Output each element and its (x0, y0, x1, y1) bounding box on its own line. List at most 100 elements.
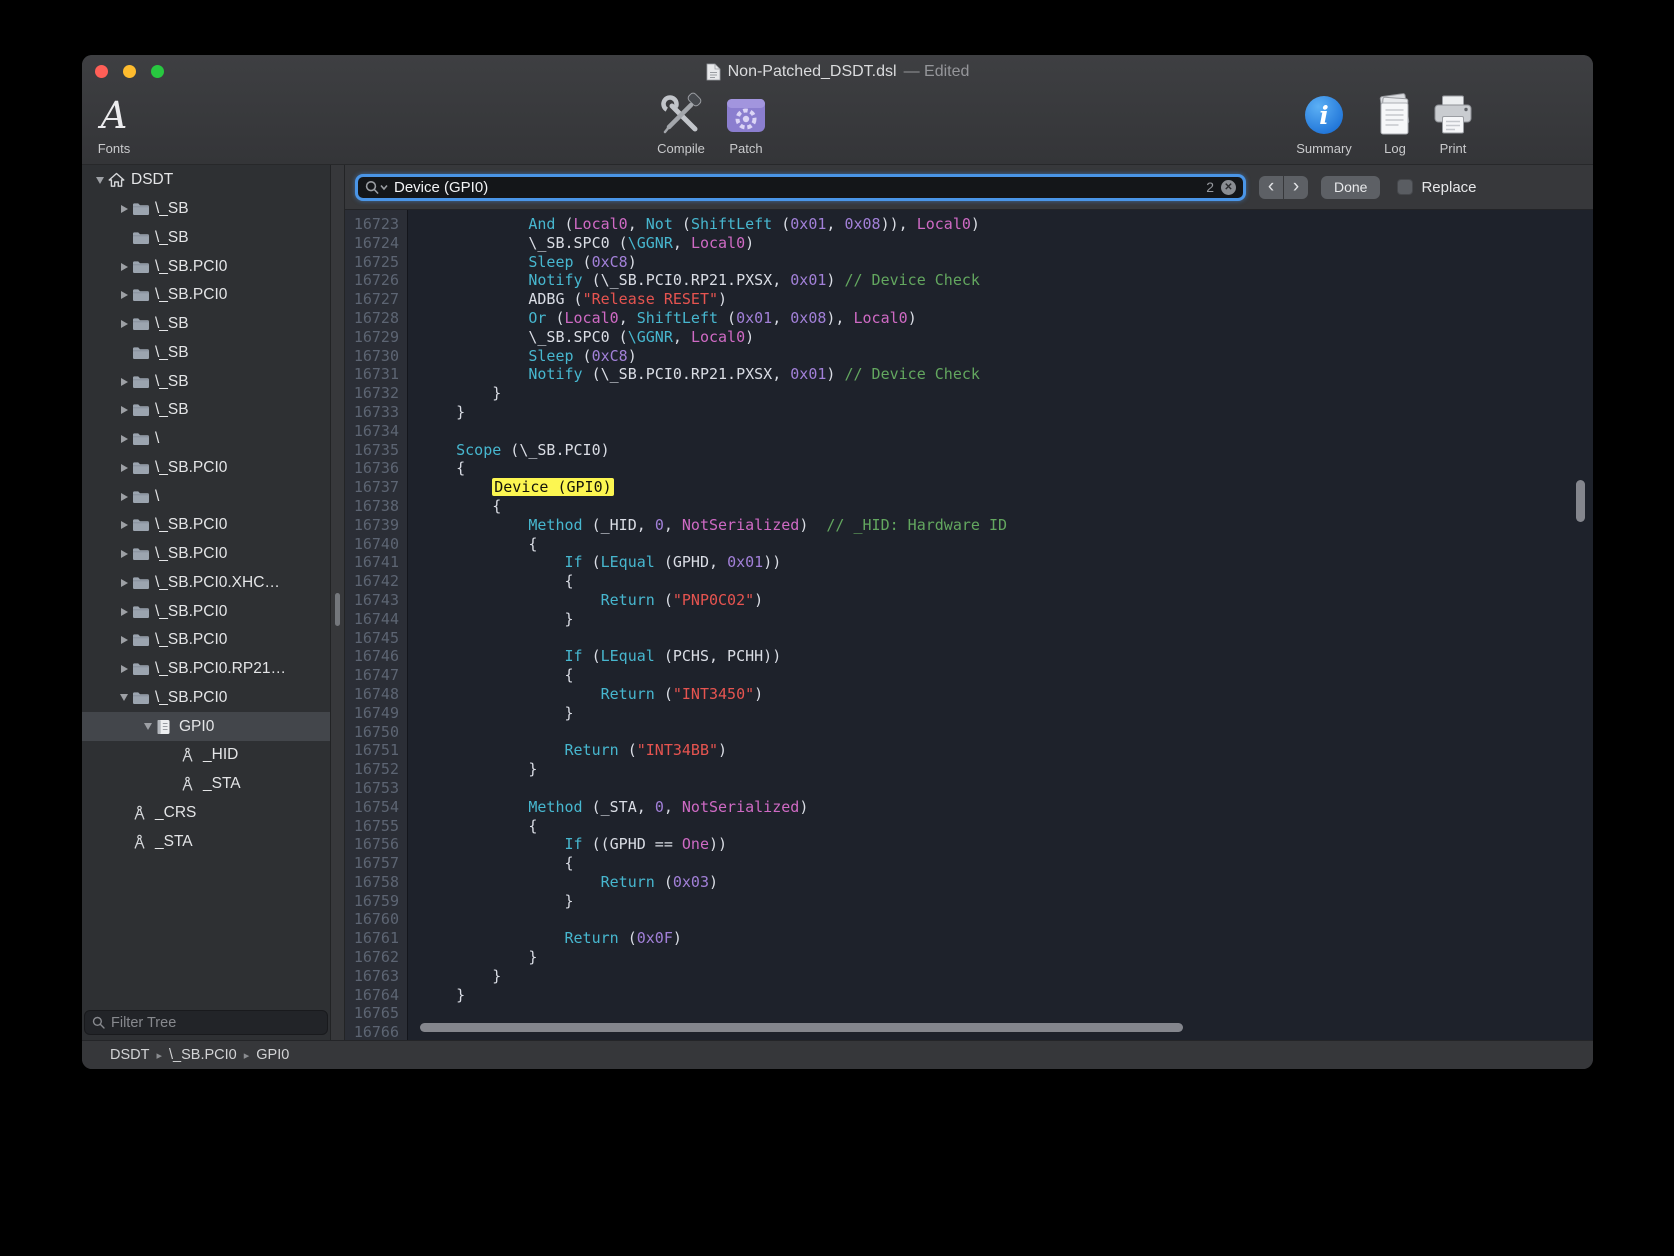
tree-item-sbpci0rp21[interactable]: \_SB.PCI0.RP21… (82, 655, 330, 684)
tree-item-sb[interactable]: \_SB (82, 339, 330, 368)
disclosure-closed-icon[interactable] (116, 431, 132, 447)
tree-item-label: _STA (155, 833, 193, 851)
tree-item-sb[interactable]: \_SB (82, 310, 330, 339)
summary-button[interactable]: i Summary (1284, 90, 1364, 156)
folder-icon (132, 691, 155, 705)
tree-item-sb[interactable]: \_SB (82, 367, 330, 396)
code-content[interactable]: And (Local0, Not (ShiftLeft (0x01, 0x08)… (408, 210, 1593, 1040)
disclosure-closed-icon[interactable] (116, 575, 132, 591)
tree-item-sbpci0[interactable]: \_SB.PCI0 (82, 454, 330, 483)
breadcrumb-item[interactable]: \_SB.PCI0 (169, 1047, 237, 1063)
clear-search-button[interactable]: ✕ (1221, 180, 1236, 195)
disclosure-closed-icon[interactable] (116, 316, 132, 332)
code-line: Return (0x0F) (420, 929, 1593, 948)
line-number: 16731 (345, 365, 399, 384)
find-next-button[interactable]: › (1284, 176, 1308, 199)
tree-item-hid[interactable]: _HID (82, 741, 330, 770)
code-line: Sleep (0xC8) (420, 347, 1593, 366)
disclosure-closed-icon[interactable] (116, 201, 132, 217)
line-number: 16729 (345, 328, 399, 347)
code-line: Method (_HID, 0, NotSerialized) // _HID:… (420, 516, 1593, 535)
replace-checkbox[interactable] (1397, 179, 1413, 195)
line-number: 16762 (345, 948, 399, 967)
disclosure-closed-icon[interactable] (116, 402, 132, 418)
code-line: { (420, 572, 1593, 591)
tree-item-label: \_SB.PCI0 (155, 545, 227, 563)
patch-label: Patch (729, 141, 762, 156)
breadcrumb-item[interactable]: GPI0 (256, 1047, 289, 1063)
folder-icon (132, 231, 155, 245)
tree-item-sbpci0[interactable]: \_SB.PCI0 (82, 684, 330, 713)
tree-item-gpi0[interactable]: GPI0 (82, 712, 330, 741)
tree-item-[interactable]: \ (82, 482, 330, 511)
line-number-gutter: 1672316724167251672616727167281672916730… (345, 210, 408, 1040)
tree-item-[interactable]: \ (82, 425, 330, 454)
zoom-button[interactable] (151, 65, 164, 78)
line-number: 16763 (345, 967, 399, 986)
tree-item-sbpci0[interactable]: \_SB.PCI0 (82, 511, 330, 540)
horizontal-scrollbar-thumb[interactable] (420, 1023, 1183, 1032)
disclosure-spacer (164, 747, 180, 763)
line-number: 16759 (345, 892, 399, 911)
code-editor[interactable]: 1672316724167251672616727167281672916730… (345, 210, 1593, 1040)
disclosure-closed-icon[interactable] (116, 517, 132, 533)
code-line: \_SB.SPC0 (\GGNR, Local0) (420, 234, 1593, 253)
code-line: \_SB.SPC0 (\GGNR, Local0) (420, 328, 1593, 347)
tree-item-sbpci0[interactable]: \_SB.PCI0 (82, 540, 330, 569)
fonts-label: Fonts (98, 141, 131, 156)
disclosure-closed-icon[interactable] (116, 374, 132, 390)
tree-item-crs[interactable]: _CRS (82, 799, 330, 828)
find-previous-button[interactable]: ‹ (1259, 176, 1283, 199)
tree-item-sbpci0[interactable]: \_SB.PCI0 (82, 252, 330, 281)
find-navigation: ‹ › (1259, 176, 1308, 199)
disclosure-closed-icon[interactable] (116, 546, 132, 562)
tree-item-sbpci0xhc[interactable]: \_SB.PCI0.XHC… (82, 569, 330, 598)
patch-button[interactable]: Patch (706, 90, 786, 156)
vertical-scrollbar-thumb[interactable] (1576, 480, 1585, 522)
line-number: 16730 (345, 347, 399, 366)
close-button[interactable] (95, 65, 108, 78)
done-button[interactable]: Done (1321, 176, 1380, 199)
tree-item-sbpci0[interactable]: \_SB.PCI0 (82, 626, 330, 655)
line-number: 16755 (345, 817, 399, 836)
tree-item-sb[interactable]: \_SB (82, 396, 330, 425)
line-number: 16766 (345, 1023, 399, 1040)
tree-item-sbpci0[interactable]: \_SB.PCI0 (82, 281, 330, 310)
print-button[interactable]: Print (1413, 90, 1493, 156)
disclosure-closed-icon[interactable] (116, 604, 132, 620)
disclosure-closed-icon[interactable] (116, 460, 132, 476)
disclosure-closed-icon[interactable] (116, 287, 132, 303)
splitter-handle[interactable] (335, 593, 340, 626)
disclosure-closed-icon[interactable] (116, 632, 132, 648)
disclosure-closed-icon[interactable] (116, 661, 132, 677)
tree-item-sta[interactable]: _STA (82, 770, 330, 799)
disclosure-closed-icon[interactable] (116, 259, 132, 275)
search-icon[interactable] (365, 180, 389, 194)
code-line (420, 910, 1593, 929)
sidebar-splitter[interactable] (331, 165, 345, 1040)
fonts-button[interactable]: A Fonts (82, 90, 154, 156)
replace-label: Replace (1421, 179, 1476, 196)
tree-item-dsdt[interactable]: DSDT (82, 166, 330, 195)
status-bar: DSDT▸\_SB.PCI0▸GPI0 (82, 1040, 1593, 1069)
line-number: 16752 (345, 760, 399, 779)
search-field[interactable]: 2 ✕ (355, 174, 1246, 201)
find-bar: 2 ✕ ‹ › Done Replace (345, 165, 1593, 210)
tree-item-sb[interactable]: \_SB (82, 224, 330, 253)
tree-item-label: \_SB.PCI0 (155, 286, 227, 304)
code-line: } (420, 704, 1593, 723)
filter-tree-field[interactable] (84, 1010, 328, 1035)
filter-tree-input[interactable] (111, 1015, 320, 1031)
disclosure-open-icon[interactable] (92, 172, 108, 188)
line-number: 16746 (345, 647, 399, 666)
tree-item-sta[interactable]: _STA (82, 827, 330, 856)
disclosure-open-icon[interactable] (140, 719, 156, 735)
fonts-glyph: A (101, 97, 128, 134)
tree-item-sb[interactable]: \_SB (82, 195, 330, 224)
search-input[interactable] (394, 179, 1201, 196)
tree-item-sbpci0[interactable]: \_SB.PCI0 (82, 597, 330, 626)
minimize-button[interactable] (123, 65, 136, 78)
breadcrumb-item[interactable]: DSDT (110, 1047, 149, 1063)
disclosure-closed-icon[interactable] (116, 489, 132, 505)
disclosure-open-icon[interactable] (116, 690, 132, 706)
